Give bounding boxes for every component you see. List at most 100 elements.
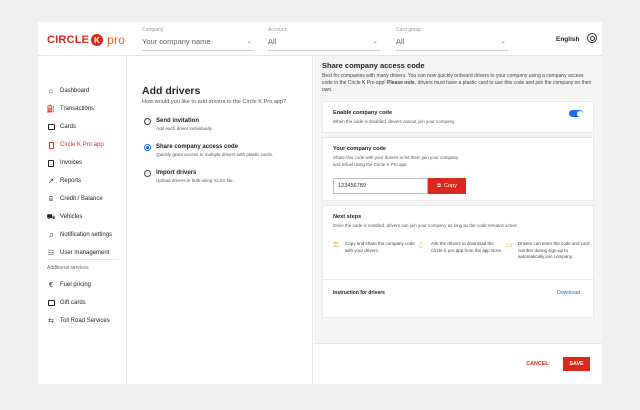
language-selector[interactable]: English <box>556 36 579 43</box>
step-text: Copy and share the company code with you… <box>345 241 415 253</box>
card-icon: ▭ <box>506 242 513 249</box>
sidebar: ⌂ Dashboard ⛽ Transactions Cards Circle … <box>38 56 127 384</box>
sidebar-item-label: Credit / Balance <box>60 196 103 202</box>
share-code-title: Share company access code <box>322 61 425 70</box>
sidebar-item-transactions[interactable]: ⛽ Transactions <box>47 104 94 114</box>
company-select-label: Company <box>142 27 164 33</box>
enable-code-card: Enable company code When the code is dis… <box>322 101 594 133</box>
logo-pro-text: pro <box>107 33 126 47</box>
sidebar-item-label: Gift cards <box>60 300 86 306</box>
radio-button[interactable] <box>144 118 151 125</box>
sidebar-item-circle-k-pro-app[interactable]: Circle K Pro app <box>47 140 104 150</box>
sidebar-item-gift-cards[interactable]: Gift cards <box>47 298 86 308</box>
chart-icon: ↗ <box>48 177 54 185</box>
sidebar-item-cards[interactable]: Cards <box>47 122 76 132</box>
step-text: Drivers can enter the code and card numb… <box>518 241 590 259</box>
app-window: CIRCLE K pro Company Your company name ⌄… <box>38 22 602 384</box>
cancel-button[interactable]: CANCEL <box>521 357 554 371</box>
phone-icon: ▯ <box>419 242 423 249</box>
sidebar-item-notification-settings[interactable]: ♫ Notification settings <box>47 230 112 240</box>
company-code-title: Your company code <box>333 146 387 152</box>
share-code-panel: Share company access code Best for compa… <box>314 56 602 384</box>
sidebar-item-label: Cards <box>60 124 77 130</box>
sidebar-item-user-management[interactable]: ☷ User management <box>47 248 110 258</box>
sidebar-item-label: Fuel pricing <box>60 282 92 288</box>
intro-note: Please note <box>387 80 415 86</box>
option-description: Quickly grant access to multiple drivers… <box>156 152 274 157</box>
save-button[interactable]: SAVE <box>563 357 590 371</box>
sidebar-item-label: Invoices <box>60 160 83 166</box>
sidebar-item-vehicles[interactable]: ⛟ Vehicles <box>46 212 83 222</box>
copy-button[interactable]: ⧉ Copy <box>428 178 466 194</box>
euro-icon: € <box>49 281 53 289</box>
invoice-icon <box>47 159 55 167</box>
company-select-value: Your company name <box>142 37 211 46</box>
company-code-field[interactable]: 123456789 <box>333 178 428 194</box>
sidebar-item-label: Toll Road Services <box>60 318 110 324</box>
chevron-down-icon: ⌄ <box>372 38 378 45</box>
sidebar-item-label: Dashboard <box>60 88 90 94</box>
radio-button-selected[interactable] <box>144 144 151 151</box>
add-drivers-subtitle: How would you like to add drivers to the… <box>142 99 287 105</box>
sidebar-item-fuel-pricing[interactable]: € Fuel pricing <box>47 280 91 290</box>
account-select-label: Account <box>268 27 287 33</box>
sidebar-item-label: User management <box>60 250 110 256</box>
sidebar-item-label: Circle K Pro app <box>60 142 104 148</box>
fuel-pump-icon: ⛽ <box>46 105 56 113</box>
sidebar-item-label: Vehicles <box>60 214 83 220</box>
sidebar-item-label: Transactions <box>60 106 95 112</box>
add-drivers-panel: Add drivers How would you like to add dr… <box>128 56 313 384</box>
sidebar-item-toll-road-services[interactable]: ⇆ Toll Road Services <box>47 316 110 326</box>
company-select[interactable]: Company Your company name ⌄ <box>142 27 254 51</box>
card-group-select[interactable]: Card group All ⌄ <box>396 27 508 51</box>
sidebar-item-invoices[interactable]: Invoices <box>47 158 82 168</box>
sidebar-item-label: Reports <box>60 178 82 184</box>
option-title: Share company access code <box>156 144 239 150</box>
sidebar-section-title: Additional services <box>47 265 89 271</box>
option-description: Add each driver individually <box>156 126 212 131</box>
share-code-intro: Best for companies with many drivers. Yo… <box>322 73 594 94</box>
chevron-down-icon: ⌄ <box>500 38 506 45</box>
copy-icon: ⧉ <box>436 182 441 189</box>
sidebar-item-dashboard[interactable]: ⌂ Dashboard <box>47 86 89 96</box>
radio-button[interactable] <box>144 170 151 177</box>
gift-card-icon <box>47 299 55 307</box>
car-icon: ⛟ <box>46 213 56 221</box>
enable-code-toggle[interactable] <box>569 110 583 117</box>
sidebar-item-credit-balance[interactable]: ⌸ Credit / Balance <box>47 194 103 204</box>
card-group-select-value: All <box>396 37 405 46</box>
form-footer: CANCEL SAVE <box>314 343 602 384</box>
toll-icon: ⇆ <box>48 317 54 325</box>
users-icon: ☷ <box>47 249 55 257</box>
company-code-card: Your company code Share this code with y… <box>322 137 594 201</box>
bank-icon: ⌸ <box>48 195 54 203</box>
sidebar-divider <box>47 259 119 260</box>
company-code-description-2: and refuel using the Circle K Pro app. <box>333 161 408 167</box>
card-icon <box>47 123 55 131</box>
sidebar-item-reports[interactable]: ↗ Reports <box>47 176 81 186</box>
circle-k-pro-logo[interactable]: CIRCLE K pro <box>47 33 125 47</box>
copy-button-label: Copy <box>443 183 458 189</box>
option-description: Upload drivers in bulk using XLSX file. <box>156 178 234 183</box>
add-drivers-title: Add drivers <box>142 85 201 97</box>
next-steps-card: Next steps Once the code is enabled, dri… <box>322 205 594 318</box>
phone-icon <box>47 141 55 149</box>
option-title: Import drivers <box>156 170 197 176</box>
sidebar-item-label: Notification settings <box>60 232 113 238</box>
logo-k-icon: K <box>91 34 104 46</box>
enable-code-description: When the code is disabled, drivers canno… <box>333 119 456 124</box>
top-bar: CIRCLE K pro Company Your company name ⌄… <box>38 22 602 56</box>
card-group-select-label: Card group <box>396 27 422 33</box>
step-text: Ask the drivers to download the Circle K… <box>431 241 503 253</box>
next-steps-title: Next steps <box>333 214 362 220</box>
instructions-label: Instruction for drivers <box>333 290 385 296</box>
account-select[interactable]: Account All ⌄ <box>268 27 380 51</box>
key-icon: ⚿ <box>333 242 339 249</box>
option-title: Send invitation <box>156 118 200 124</box>
divider <box>323 279 593 280</box>
download-link[interactable]: Download <box>557 290 580 296</box>
chevron-down-icon: ⌄ <box>246 38 252 45</box>
bell-icon: ♫ <box>48 231 54 239</box>
user-account-icon[interactable] <box>587 33 597 43</box>
home-icon: ⌂ <box>48 87 54 95</box>
